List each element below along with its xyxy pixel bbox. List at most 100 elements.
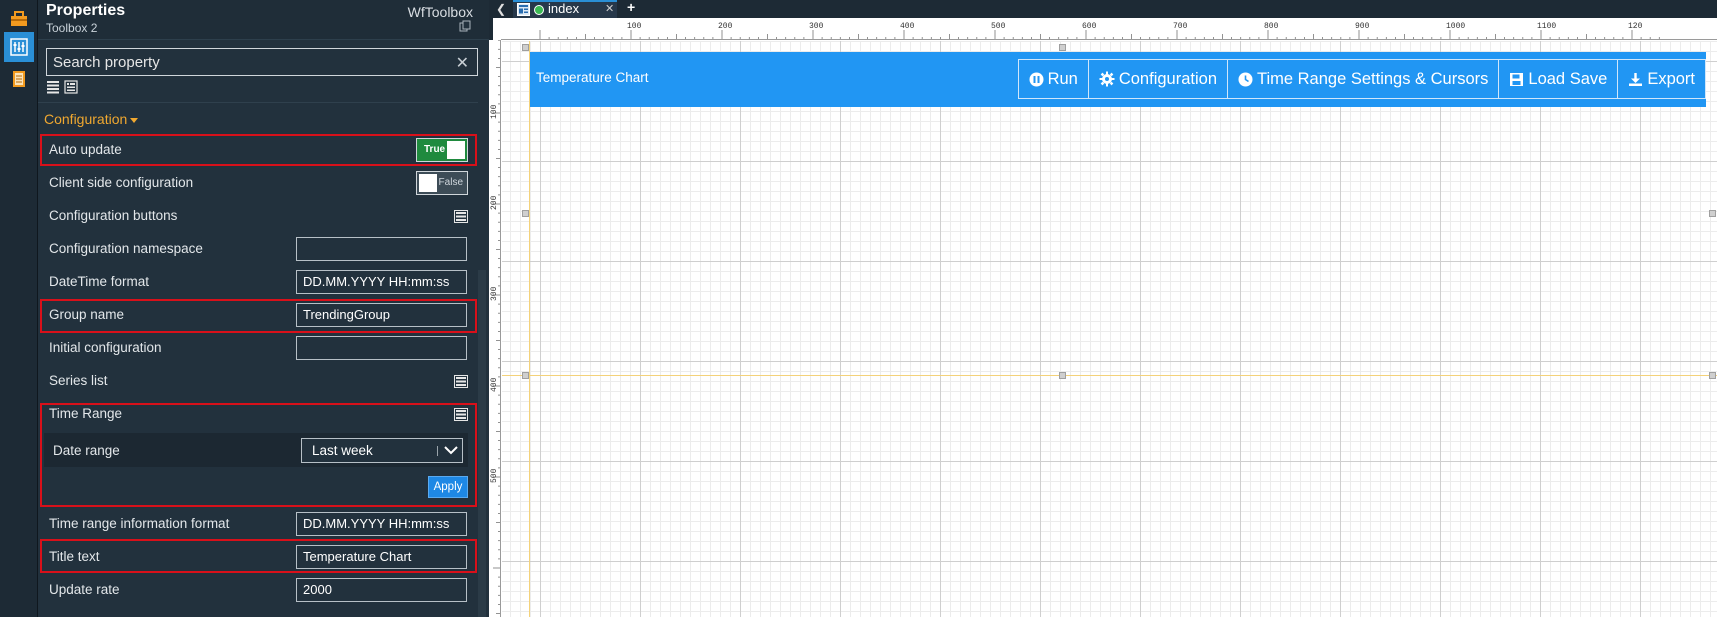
- toolbox-widget[interactable]: Temperature Chart Run Configuration Time…: [530, 52, 1706, 107]
- page-icon: [517, 3, 530, 16]
- view-mode-buttons: [46, 80, 78, 94]
- prop-update-rate: Update rate 2000: [38, 575, 478, 605]
- time-range-settings-label: Time Range Settings & Cursors: [1257, 69, 1489, 88]
- pause-circle-icon: [1029, 72, 1044, 86]
- tab-index[interactable]: index ✕: [513, 0, 617, 18]
- ruler-label: 1000: [1446, 22, 1465, 31]
- tab-label: index: [548, 1, 580, 16]
- design-canvas[interactable]: [502, 41, 1717, 617]
- clock-icon: [1238, 72, 1253, 86]
- panel-subtitle: Toolbox 2: [46, 21, 98, 35]
- ruler-label: 1100: [1537, 22, 1556, 31]
- resize-handle[interactable]: [522, 44, 529, 51]
- time-range-settings-button[interactable]: Time Range Settings & Cursors: [1227, 59, 1500, 99]
- run-label: Run: [1047, 69, 1078, 88]
- download-icon: [1629, 72, 1643, 86]
- ruler-label: 100: [490, 104, 499, 119]
- toolbox-icon: [11, 11, 27, 26]
- configuration-button[interactable]: Configuration: [1087, 59, 1228, 99]
- widget-button-group: Run Configuration Time Range Settings & …: [1017, 59, 1706, 99]
- update-rate-field[interactable]: 2000: [296, 578, 467, 602]
- prop-initial-configuration: Initial configuration: [38, 333, 478, 363]
- list-view-icon[interactable]: [46, 80, 60, 94]
- resize-handle[interactable]: [522, 372, 529, 379]
- close-icon[interactable]: ✕: [605, 2, 614, 15]
- icon-rail: [0, 0, 38, 617]
- ruler-label: 500: [490, 468, 499, 483]
- prop-label: Configuration namespace: [49, 241, 203, 256]
- ruler-label: 400: [900, 22, 915, 31]
- resize-handle[interactable]: [1059, 44, 1066, 51]
- configuration-namespace-field[interactable]: [296, 237, 467, 261]
- properties-panel: Properties Toolbox 2 WfToolbox ✕: [38, 0, 489, 617]
- prop-label: Series list: [49, 373, 108, 388]
- chevron-left-icon[interactable]: ❮: [493, 1, 509, 17]
- toggle-label: False: [438, 177, 463, 188]
- client-side-configuration-toggle[interactable]: False: [416, 171, 468, 195]
- horizontal-ruler: 100 200 300 400 500 600 700 800 900 1000 1100 120: [501, 18, 1717, 40]
- prop-configuration-buttons: Configuration buttons: [38, 201, 478, 231]
- resize-handle[interactable]: [1709, 210, 1716, 217]
- section-divider: [38, 102, 478, 103]
- highlight-auto-update: [40, 134, 477, 166]
- ruler-label: 600: [1082, 22, 1097, 31]
- guide-line-horizontal: [502, 375, 1717, 376]
- gear-icon: [1099, 71, 1115, 87]
- list-editor-icon[interactable]: [454, 375, 468, 388]
- ruler-label: 120: [1628, 22, 1643, 31]
- toolbox-rail-button[interactable]: [4, 4, 34, 34]
- status-dot: [534, 5, 544, 15]
- prop-time-range-information-format: Time range information format DD.MM.YYYY…: [38, 509, 478, 539]
- load-save-label: Load Save: [1528, 69, 1608, 88]
- ruler-label: 200: [490, 195, 499, 210]
- resize-handle[interactable]: [522, 210, 529, 217]
- clear-icon[interactable]: ✕: [456, 53, 469, 73]
- panel-title: Properties: [46, 2, 126, 19]
- tab-bar: ❮ index ✕ +: [489, 0, 1717, 18]
- prop-label: Time range information format: [49, 516, 230, 531]
- ruler-label: 300: [490, 286, 499, 301]
- copy-icon[interactable]: [459, 20, 471, 32]
- highlight-group-name: [40, 299, 477, 333]
- ruler-label: 100: [627, 22, 642, 31]
- resize-handle[interactable]: [1709, 372, 1716, 379]
- load-save-button[interactable]: Load Save: [1498, 59, 1619, 99]
- configuration-section-toggle[interactable]: Configuration: [44, 111, 139, 127]
- widget-title: Temperature Chart: [536, 70, 649, 85]
- ruler-label: 200: [718, 22, 733, 31]
- component-type-label: WfToolbox: [407, 4, 473, 20]
- prop-series-list: Series list: [38, 366, 478, 396]
- toggle-knob: [419, 174, 437, 192]
- ruler-label: 400: [490, 377, 499, 392]
- category-view-icon[interactable]: [64, 80, 78, 94]
- prop-label: DateTime format: [49, 274, 150, 289]
- caret-down-icon: [130, 117, 139, 123]
- save-icon: [1510, 72, 1524, 86]
- guide-line-vertical: [529, 41, 530, 617]
- prop-label: Initial configuration: [49, 340, 162, 355]
- panel-scrollbar[interactable]: [478, 270, 486, 617]
- configuration-label: Configuration: [1118, 69, 1217, 88]
- resize-handle[interactable]: [1059, 372, 1066, 379]
- add-tab-icon[interactable]: +: [627, 0, 635, 15]
- prop-datetime-format: DateTime format DD.MM.YYYY HH:mm:ss: [38, 267, 478, 297]
- list-editor-icon[interactable]: [454, 210, 468, 223]
- vertical-ruler: 100 200 300 400 500: [489, 40, 501, 617]
- run-button[interactable]: Run: [1017, 59, 1089, 99]
- ruler-label: 900: [1355, 22, 1370, 31]
- time-range-information-format-field[interactable]: DD.MM.YYYY HH:mm:ss: [296, 512, 467, 536]
- prop-client-side-configuration: Client side configuration False: [38, 168, 478, 198]
- export-label: Export: [1647, 69, 1695, 88]
- panel-header: Properties Toolbox 2 WfToolbox: [38, 0, 489, 40]
- search-box: ✕: [46, 48, 478, 76]
- export-button[interactable]: Export: [1617, 59, 1706, 99]
- highlight-title-text: [40, 539, 477, 573]
- search-input[interactable]: [47, 49, 477, 75]
- prop-label: Configuration buttons: [49, 208, 178, 223]
- prop-configuration-namespace: Configuration namespace: [38, 234, 478, 264]
- initial-configuration-field[interactable]: [296, 336, 467, 360]
- properties-rail-button[interactable]: [4, 32, 34, 62]
- sliders-icon: [10, 38, 28, 56]
- datetime-format-field[interactable]: DD.MM.YYYY HH:mm:ss: [296, 270, 467, 294]
- pages-rail-button[interactable]: [4, 64, 34, 94]
